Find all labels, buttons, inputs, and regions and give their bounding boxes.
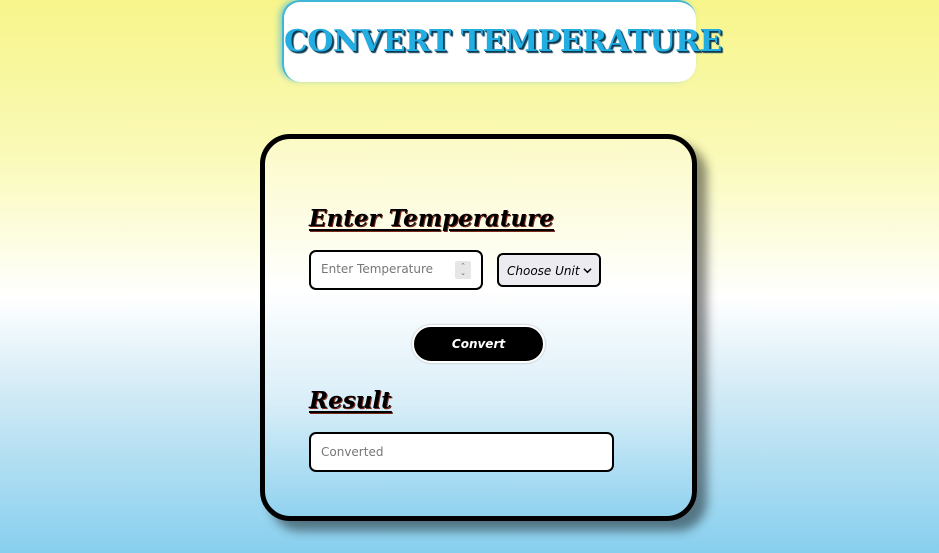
temperature-input[interactable]: Enter Temperature ⌃ ⌄: [309, 250, 483, 290]
convert-button[interactable]: Convert: [412, 325, 545, 363]
result-field[interactable]: Converted: [309, 432, 614, 472]
enter-temperature-heading: Enter Temperature: [309, 205, 554, 232]
unit-select[interactable]: Choose Unit: [497, 253, 601, 287]
temperature-input-placeholder: Enter Temperature: [321, 262, 434, 276]
result-heading: Result: [309, 387, 392, 414]
converter-card: Enter Temperature Enter Temperature ⌃ ⌄ …: [260, 134, 697, 521]
number-spinner[interactable]: ⌃ ⌄: [455, 261, 471, 279]
result-field-placeholder: Converted: [321, 445, 384, 459]
title-banner: CONVERT TEMPERATURE: [282, 0, 722, 82]
spinner-down-icon[interactable]: ⌄: [460, 270, 466, 277]
chevron-down-icon: [583, 268, 592, 274]
page-title: CONVERT TEMPERATURE: [284, 24, 722, 59]
unit-select-value: Choose Unit: [507, 264, 580, 278]
